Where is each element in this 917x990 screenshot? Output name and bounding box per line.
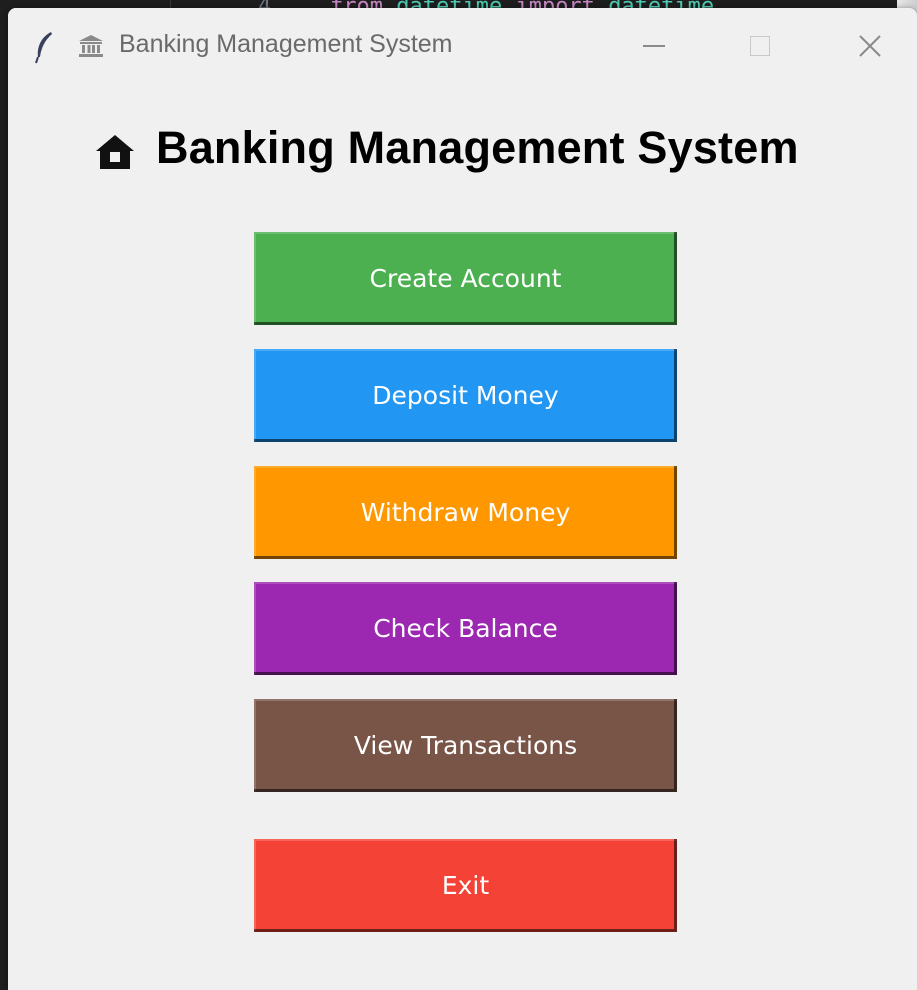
view-transactions-button[interactable]: View Transactions: [254, 699, 677, 792]
page-title: Banking Management System: [156, 122, 799, 173]
main-content: Banking Management System Create Account…: [8, 82, 917, 990]
app-window: Banking Management System Banking Manage…: [8, 8, 917, 990]
withdraw-money-button[interactable]: Withdraw Money: [254, 466, 677, 559]
check-balance-button[interactable]: Check Balance: [254, 582, 677, 675]
close-button[interactable]: [840, 24, 900, 68]
minimize-button[interactable]: [624, 24, 684, 68]
page-heading: Banking Management System: [94, 122, 799, 174]
window-title: Banking Management System: [119, 30, 453, 58]
deposit-money-button[interactable]: Deposit Money: [254, 349, 677, 442]
minimize-icon: [643, 45, 665, 47]
house-icon: [96, 135, 134, 169]
close-icon: [859, 35, 881, 57]
bank-icon: [79, 35, 103, 57]
exit-button[interactable]: Exit: [254, 839, 677, 932]
create-account-button[interactable]: Create Account: [254, 232, 677, 325]
title-bar[interactable]: Banking Management System: [8, 8, 917, 82]
feather-icon: [35, 32, 52, 64]
maximize-button[interactable]: [730, 24, 790, 68]
maximize-icon: [750, 36, 770, 56]
